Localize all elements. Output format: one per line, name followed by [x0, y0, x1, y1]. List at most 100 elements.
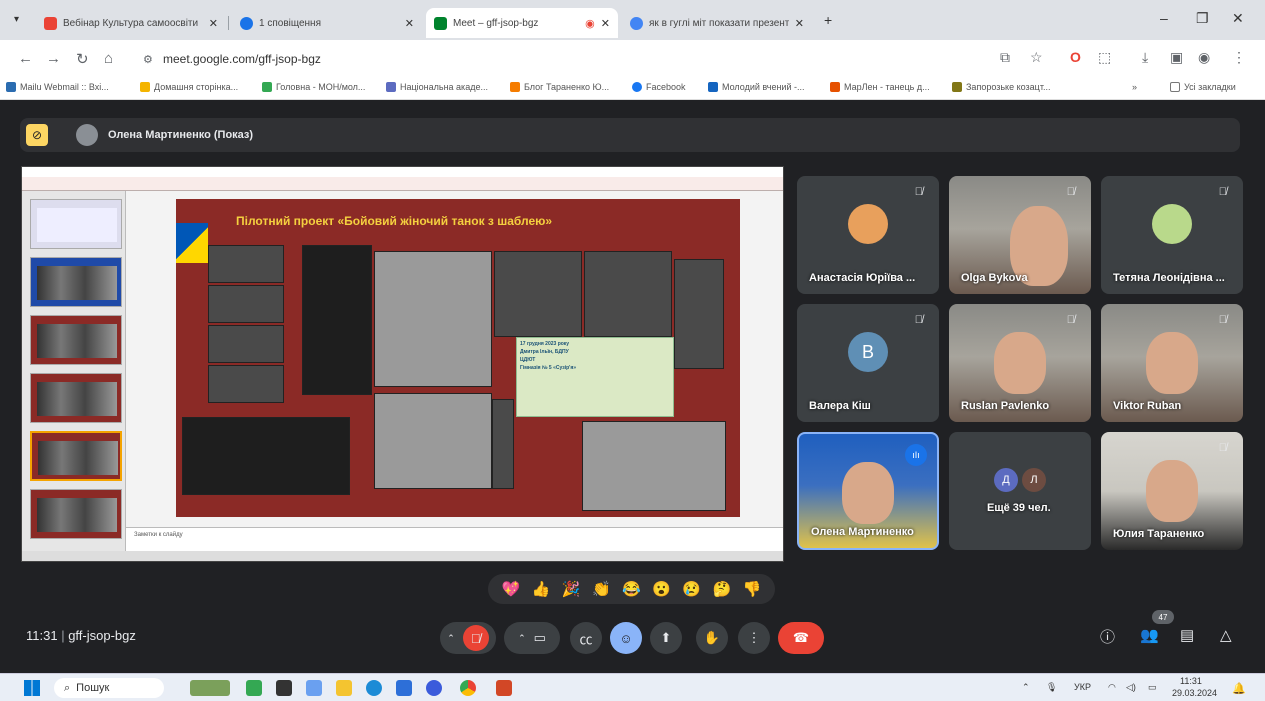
mic-toggle-button[interactable]: ⌃ 🎙̸: [440, 622, 496, 654]
app-icon[interactable]: [426, 680, 442, 696]
participant-tile-speaking[interactable]: ıIı Олена Мартиненко: [797, 432, 939, 550]
all-bookmarks-folder[interactable]: Усі закладки: [1170, 82, 1236, 92]
reaction-thinking[interactable]: 🤔: [712, 580, 731, 598]
participant-tile[interactable]: 🎙̸ Тетяна Леонідівна ...: [1101, 176, 1243, 294]
people-icon[interactable]: 👥: [1140, 626, 1159, 644]
notification-bell-icon[interactable]: 🔔: [1232, 682, 1246, 695]
participant-tile[interactable]: 🎙̸ Юлия Тараненко: [1101, 432, 1243, 550]
reactions-button[interactable]: ☺: [610, 622, 642, 654]
cast-icon[interactable]: ⧉: [1000, 49, 1010, 66]
back-icon[interactable]: ←: [18, 50, 33, 67]
app-icon[interactable]: [276, 680, 292, 696]
tab-search-icon[interactable]: ▾: [14, 14, 19, 25]
present-button[interactable]: ⬆: [650, 622, 682, 654]
reload-icon[interactable]: ↻: [76, 50, 89, 68]
reaction-thumbs-up[interactable]: 👍: [532, 580, 551, 598]
battery-icon[interactable]: ▭: [1148, 682, 1157, 693]
app-icon[interactable]: [246, 680, 262, 696]
bookmark-item[interactable]: Домашня сторінка...: [140, 82, 238, 92]
menu-icon[interactable]: ⋮: [1232, 49, 1246, 66]
minimize-icon[interactable]: –: [1160, 10, 1168, 26]
reaction-thumbs-down[interactable]: 👎: [743, 580, 762, 598]
forward-icon[interactable]: →: [46, 50, 61, 67]
more-participants-tile[interactable]: Д Л Ещё 39 чел.: [949, 432, 1091, 550]
reaction-surprised[interactable]: 😮: [652, 580, 671, 598]
file-explorer-icon[interactable]: [336, 680, 352, 696]
tab-webinar[interactable]: Вебінар Культура самоосвіти ✕: [36, 8, 226, 38]
bookmark-item[interactable]: Головна - МОН/мол...: [262, 82, 365, 92]
profile-icon[interactable]: ◉: [1198, 49, 1210, 66]
bookmark-item[interactable]: Запорозьке козацт...: [952, 82, 1050, 92]
widgets-icon[interactable]: [190, 680, 230, 696]
bookmark-item[interactable]: Молодий вчений -...: [708, 82, 804, 92]
site-info-icon[interactable]: ⚙: [143, 53, 153, 66]
restore-icon[interactable]: ❐: [1196, 10, 1209, 27]
extensions-icon[interactable]: ⬚: [1098, 49, 1111, 66]
home-icon[interactable]: ⌂: [104, 50, 113, 67]
store-icon[interactable]: [396, 680, 412, 696]
captions-button[interactable]: ㏄: [570, 622, 602, 654]
reaction-heart[interactable]: 💖: [502, 580, 521, 598]
address-bar[interactable]: ⚙ meet.google.com/gff-jsop-bgz: [135, 46, 985, 72]
chat-icon[interactable]: ▤: [1180, 626, 1194, 644]
camera-toggle-button[interactable]: ⌃ ▭: [504, 622, 560, 654]
tab-notifications[interactable]: 1 сповіщення ✕: [232, 8, 422, 38]
participant-name: Анастасія Юріїва ...: [809, 272, 916, 284]
bookmark-item[interactable]: Національна акаде...: [386, 82, 488, 92]
bookmark-item[interactable]: Facebook: [632, 82, 686, 92]
bookmark-item[interactable]: Mailu Webmail :: Вхі...: [6, 82, 109, 92]
participant-tile[interactable]: 🎙̸ Ruslan Pavlenko: [949, 304, 1091, 422]
slide-thumbnail-selected: [30, 431, 122, 481]
sidepanel-icon[interactable]: ▣: [1170, 49, 1183, 66]
close-tab-icon[interactable]: ✕: [601, 17, 610, 30]
more-options-button[interactable]: ⋮: [738, 622, 770, 654]
language-indicator[interactable]: УКР: [1074, 682, 1091, 692]
bookmark-star-icon[interactable]: ☆: [1030, 49, 1043, 66]
bookmark-item[interactable]: Блог Тараненко Ю...: [510, 82, 609, 92]
reaction-sad[interactable]: 😢: [682, 580, 701, 598]
volume-icon[interactable]: ◁): [1126, 682, 1136, 693]
edge-icon[interactable]: [366, 680, 382, 696]
tray-chevron-icon[interactable]: ⌃: [1022, 682, 1030, 693]
reaction-party[interactable]: 🎉: [562, 580, 581, 598]
app-icon[interactable]: [306, 680, 322, 696]
wifi-icon[interactable]: ◠: [1108, 682, 1116, 693]
participant-tile[interactable]: 🎙̸ Viktor Ruban: [1101, 304, 1243, 422]
participant-tile[interactable]: В 🎙̸ Валера Кіш: [797, 304, 939, 422]
slide-thumbnail: [30, 373, 122, 423]
participant-tile[interactable]: 🎙̸ Olga Bykova: [949, 176, 1091, 294]
reaction-laugh[interactable]: 😂: [622, 580, 641, 598]
tab-google-search[interactable]: як в гуглі міт показати презент ✕: [622, 8, 812, 38]
poster-line: ЦДЮТ: [520, 357, 536, 363]
shared-screen[interactable]: Пілотний проект «Бойовий жіночий танок з…: [21, 166, 784, 562]
new-tab-button[interactable]: +: [824, 12, 832, 28]
tab-label: як в гуглі міт показати презент: [649, 17, 789, 29]
info-icon[interactable]: ⓘ: [1100, 626, 1115, 647]
slide-notes[interactable]: Заметки к слайду: [126, 527, 783, 551]
poster-line: 17 грудня 2023 року: [520, 341, 570, 347]
close-window-icon[interactable]: ✕: [1232, 10, 1244, 27]
opera-icon[interactable]: O: [1070, 49, 1081, 65]
taskbar-search[interactable]: ⌕ Пошук: [54, 678, 164, 698]
bookmark-item[interactable]: МарЛен - танець д...: [830, 82, 930, 92]
chrome-icon[interactable]: [460, 680, 476, 696]
download-icon[interactable]: ⤓: [1142, 49, 1148, 66]
powerpoint-icon[interactable]: [496, 680, 512, 696]
more-bookmarks-icon[interactable]: »: [1132, 82, 1137, 92]
activities-icon[interactable]: △: [1220, 626, 1232, 644]
close-tab-icon[interactable]: ✕: [209, 17, 218, 30]
meeting-time: 11:31: [26, 628, 58, 643]
reactions-bar: 💖 👍 🎉 👏 😂 😮 😢 🤔 👎: [488, 574, 775, 604]
close-tab-icon[interactable]: ✕: [795, 17, 804, 30]
windows-start-icon[interactable]: [24, 680, 40, 696]
powerpoint-titlebar: [22, 167, 783, 191]
leave-call-button[interactable]: ☎: [778, 622, 824, 654]
close-tab-icon[interactable]: ✕: [405, 17, 414, 30]
presentation-bar: ⊘ Олена Мартиненко (Показ): [20, 118, 1240, 152]
participant-tile[interactable]: 🎙̸ Анастасія Юріїва ...: [797, 176, 939, 294]
gmail-icon: [44, 16, 57, 30]
mic-tray-icon[interactable]: 🎙: [1046, 682, 1057, 693]
tab-meet[interactable]: Meet – gff-jsop-bgz ◉ ✕: [426, 8, 618, 38]
reaction-clap[interactable]: 👏: [592, 580, 611, 598]
raise-hand-button[interactable]: ✋: [696, 622, 728, 654]
